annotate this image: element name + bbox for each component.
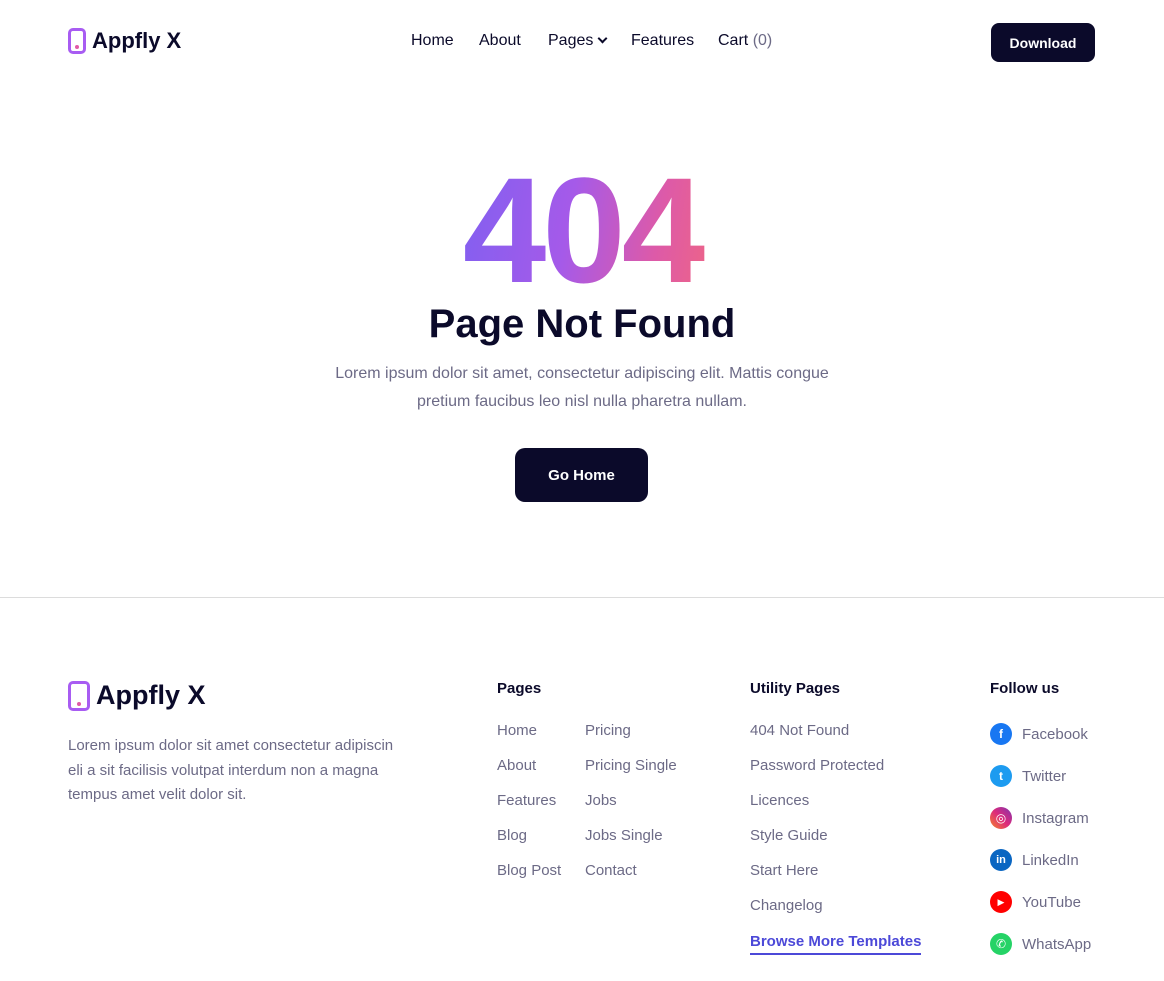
- section-divider: [0, 597, 1164, 598]
- brand-logo[interactable]: Appfly X: [68, 28, 181, 54]
- footer-description: Lorem ipsum dolor sit amet consectetur a…: [68, 737, 394, 803]
- footer-link-features[interactable]: Features: [497, 792, 556, 809]
- footer-link-pricing[interactable]: Pricing: [585, 722, 631, 739]
- cart-count: (0): [752, 32, 773, 49]
- social-label: YouTube: [1022, 893, 1081, 911]
- phone-icon: [68, 28, 86, 54]
- linkedin-icon: in: [990, 849, 1012, 871]
- footer-link-about[interactable]: About: [497, 757, 536, 774]
- footer-link-jobs[interactable]: Jobs: [585, 792, 617, 809]
- nav-features[interactable]: Features: [631, 32, 694, 50]
- footer-link-home[interactable]: Home: [497, 722, 537, 739]
- follow-us-heading: Follow us: [990, 680, 1060, 697]
- instagram-icon: ◎: [990, 807, 1012, 829]
- facebook-icon: f: [990, 723, 1012, 745]
- social-label: Facebook: [1022, 725, 1088, 743]
- footer-link-contact[interactable]: Contact: [585, 862, 637, 879]
- download-button[interactable]: Download: [991, 23, 1095, 62]
- error-code: 404: [440, 155, 724, 305]
- social-youtube[interactable]: ▶ YouTube: [990, 891, 1081, 913]
- phone-icon: [68, 680, 90, 711]
- footer-link-404[interactable]: 404 Not Found: [750, 722, 849, 739]
- browse-more-templates-link[interactable]: Browse More Templates: [750, 933, 922, 955]
- footer-link-start-here[interactable]: Start Here: [750, 862, 818, 879]
- nav-pages-label: Pages: [548, 32, 594, 49]
- nav-cart[interactable]: Cart (0): [718, 32, 772, 50]
- footer-brand-logo[interactable]: Appfly X: [68, 680, 206, 711]
- twitter-icon: t: [990, 765, 1012, 787]
- social-facebook[interactable]: f Facebook: [990, 723, 1088, 745]
- go-home-button[interactable]: Go Home: [515, 448, 648, 502]
- footer-link-password-protected[interactable]: Password Protected: [750, 757, 884, 774]
- social-label: LinkedIn: [1022, 851, 1079, 869]
- social-linkedin[interactable]: in LinkedIn: [990, 849, 1079, 871]
- brand-name: Appfly X: [92, 28, 182, 53]
- footer-brand-name: Appfly X: [96, 680, 206, 710]
- social-label: Twitter: [1022, 767, 1067, 785]
- social-instagram[interactable]: ◎ Instagram: [990, 807, 1089, 829]
- nav-home[interactable]: Home: [411, 32, 454, 50]
- footer-link-changelog[interactable]: Changelog: [750, 897, 823, 914]
- nav-cart-label: Cart: [718, 32, 749, 49]
- social-twitter[interactable]: t Twitter: [990, 765, 1066, 787]
- youtube-icon: ▶: [990, 891, 1012, 913]
- social-label: Instagram: [1022, 809, 1089, 827]
- footer-link-licences[interactable]: Licences: [750, 792, 809, 809]
- nav-about[interactable]: About: [479, 32, 521, 50]
- chevron-down-icon: [597, 33, 608, 44]
- utility-pages-heading: Utility Pages: [750, 680, 841, 697]
- page-title: Page Not Found: [428, 302, 736, 346]
- site-header: Appfly X Home About Pages Features Cart …: [0, 0, 1164, 86]
- page-description: Lorem ipsum dolor sit amet, consectetur …: [335, 365, 829, 410]
- footer-link-style-guide[interactable]: Style Guide: [750, 827, 828, 844]
- footer-link-jobs-single[interactable]: Jobs Single: [585, 827, 663, 844]
- footer-link-blog-post[interactable]: Blog Post: [497, 862, 561, 879]
- footer-link-pricing-single[interactable]: Pricing Single: [585, 757, 677, 774]
- social-label: WhatsApp: [1022, 935, 1092, 953]
- pages-heading: Pages: [497, 680, 542, 697]
- footer-link-blog[interactable]: Blog: [497, 827, 527, 844]
- social-whatsapp[interactable]: ✆ WhatsApp: [990, 933, 1091, 955]
- nav-pages[interactable]: Pages: [548, 32, 608, 50]
- whatsapp-icon: ✆: [990, 933, 1012, 955]
